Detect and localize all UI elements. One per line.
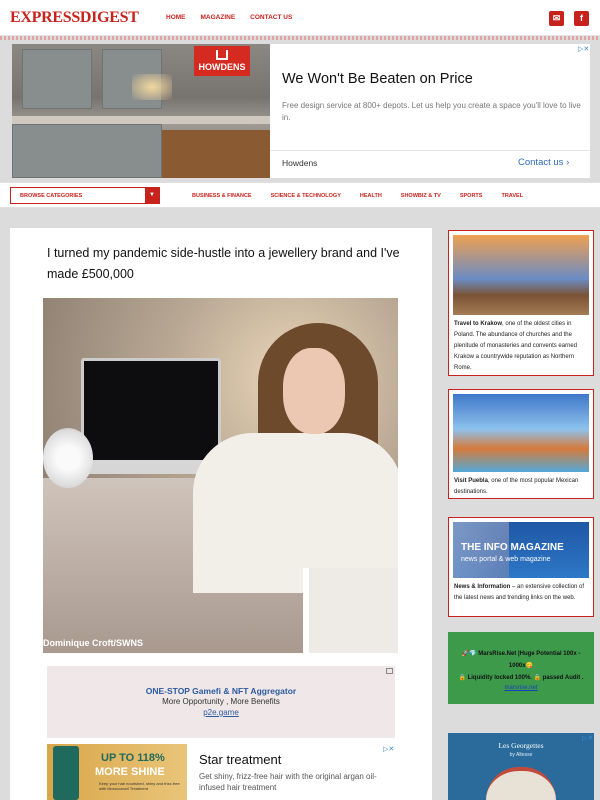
puebla-caption: Visit Puebla, one of the most popular Me…: [454, 476, 590, 498]
kitchen-image: HOWDENS: [12, 44, 270, 178]
star-treatment-ad[interactable]: UP TO 118% MORE SHINE Keep your hair nou…: [47, 744, 395, 800]
gamefi-ad-link[interactable]: p2e.game: [47, 708, 395, 717]
georgettes-product-image: [486, 767, 556, 800]
georgettes-brand: Les Georgettes: [498, 741, 544, 750]
howdens-logo: HOWDENS: [194, 46, 250, 76]
puebla-link[interactable]: Visit Puebla: [454, 478, 488, 484]
marsrise-line2: 1000x😋: [508, 663, 534, 669]
category-bar: BROWSE CATEGORIES ▼ BUSINESS & FINANCE S…: [0, 182, 600, 208]
gamefi-ad-title[interactable]: ONE-STOP Gamefi & NFT Aggregator: [47, 686, 395, 696]
category-sports[interactable]: SPORTS: [460, 193, 483, 199]
product-image: UP TO 118% MORE SHINE Keep your hair nou…: [47, 744, 187, 800]
news-caption: News & Information – an extensive collec…: [454, 582, 590, 604]
news-link[interactable]: News & Information: [454, 584, 510, 590]
kitchen-lower-cabinet: [12, 124, 162, 178]
gamefi-ad-subtitle: More Opportunity , More Benefits: [162, 697, 280, 706]
kitchen-table: [162, 130, 270, 178]
kitchen-light: [132, 74, 172, 100]
krakow-caption: Travel to Krakow, one of the oldest citi…: [454, 319, 590, 374]
site-logo[interactable]: EXPRESSDIGEST: [10, 9, 139, 27]
adchoices-icon[interactable]: ▷✕: [582, 734, 593, 743]
photo-monitor: [81, 358, 221, 463]
category-travel[interactable]: TRAVEL: [501, 193, 523, 199]
photo-flowers: [43, 428, 93, 488]
dropdown-arrow-icon: ▼: [145, 188, 159, 203]
house-icon: [216, 50, 228, 60]
marsrise-link[interactable]: marsrise.net: [448, 685, 594, 691]
chevron-right-icon: ›: [566, 157, 570, 168]
product-fine-print: Keep your hair nourished, shiny and friz…: [99, 781, 180, 791]
product-ad-title[interactable]: Star treatment: [199, 752, 281, 767]
ad-title[interactable]: We Won't Be Beaten on Price: [282, 71, 473, 87]
ad-brand: Howdens: [282, 158, 318, 168]
ad-divider: [270, 150, 590, 151]
info-magazine-subtitle: news portal & web magazine: [461, 556, 551, 563]
article-panel: I turned my pandemic side-hustle into a …: [10, 228, 432, 800]
ad-description: Free design service at 800+ depots. Let …: [282, 101, 581, 122]
kitchen-cabinet: [22, 49, 92, 109]
krakow-text: , one of the oldest cities in Poland. Th…: [454, 321, 578, 371]
howdens-logo-text: HOWDENS: [198, 62, 246, 72]
info-magazine-banner: THE INFO MAGAZINE news portal & web maga…: [453, 522, 589, 578]
category-showbiz-tv[interactable]: SHOWBIZ & TV: [401, 193, 441, 199]
category-health[interactable]: HEALTH: [360, 193, 382, 199]
marsrise-ad[interactable]: 🚀💎 MarsRise.Net |Huge Potential 100x - 1…: [448, 632, 594, 704]
gamefi-ad[interactable]: ONE-STOP Gamefi & NFT Aggregator More Op…: [47, 666, 395, 738]
krakow-link[interactable]: Travel to Krakow: [454, 321, 502, 327]
ad-cta-label: Contact us: [518, 157, 564, 168]
category-links: BUSINESS & FINANCE SCIENCE & TECHNOLOGY …: [192, 193, 523, 199]
nav-contact-us[interactable]: CONTACT US: [250, 14, 292, 21]
photo-person-face: [283, 348, 345, 434]
contact-us-link[interactable]: Contact us ›: [518, 157, 569, 168]
info-magazine-title: THE INFO MAGAZINE: [461, 542, 564, 553]
product-shine: MORE SHINE: [95, 766, 165, 778]
georgettes-sub: by Altesse: [509, 752, 533, 758]
howdens-ad[interactable]: HOWDENS We Won't Be Beaten on Price Free…: [12, 44, 590, 178]
sidebar-card-news[interactable]: THE INFO MAGAZINE news portal & web maga…: [448, 517, 594, 617]
photo-credit: Dominique Croft/SWNS: [43, 638, 143, 648]
article-headline: I turned my pandemic side-hustle into a …: [47, 246, 400, 281]
product-percent: UP TO 118%: [101, 752, 165, 764]
sidebar-card-krakow[interactable]: Travel to Krakow, one of the oldest citi…: [448, 230, 594, 376]
product-ad-description: Get shiny, frizz-free hair with the orig…: [199, 772, 377, 792]
site-header: EXPRESSDIGEST HOME MAGAZINE CONTACT US ✉…: [0, 0, 600, 36]
category-science-technology[interactable]: SCIENCE & TECHNOLOGY: [271, 193, 341, 199]
category-business-finance[interactable]: BUSINESS & FINANCE: [192, 193, 252, 199]
nav-magazine[interactable]: MAGAZINE: [201, 14, 236, 21]
article-photo: Dominique Croft/SWNS: [43, 298, 398, 653]
krakow-image: [453, 235, 589, 315]
sidebar-card-puebla[interactable]: Visit Puebla, one of the most popular Me…: [448, 389, 594, 499]
browse-categories-dropdown[interactable]: BROWSE CATEGORIES ▼: [10, 187, 160, 204]
kitchen-counter: [12, 116, 270, 124]
adchoices-icon[interactable]: ▷✕: [578, 45, 589, 54]
puebla-image: [453, 394, 589, 472]
marsrise-line1: 🚀💎 MarsRise.Net |Huge Potential 100x -: [461, 651, 581, 657]
ad-flag-icon[interactable]: [386, 668, 393, 674]
nav-home[interactable]: HOME: [166, 14, 186, 21]
photo-chair: [303, 568, 398, 653]
georgettes-ad[interactable]: Les Georgettes by Altesse ▷✕: [448, 733, 594, 800]
product-bottle: [53, 746, 79, 800]
mail-icon[interactable]: ✉: [549, 11, 564, 26]
main-nav: HOME MAGAZINE CONTACT US: [166, 14, 292, 21]
marsrise-line3: 🔒 Liquidity locked 100%. 🔒 passed Audit …: [458, 675, 584, 681]
adchoices-icon[interactable]: ▷✕: [383, 745, 394, 754]
header-divider: [0, 36, 600, 40]
browse-categories-label: BROWSE CATEGORIES: [20, 193, 83, 199]
facebook-icon[interactable]: f: [574, 11, 589, 26]
